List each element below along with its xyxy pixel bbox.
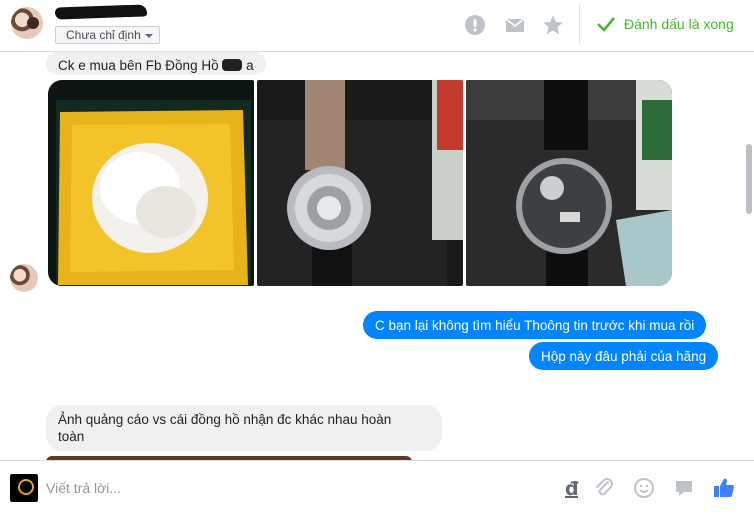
conversation-header: Chưa chỉ định Đánh dấu là xong <box>0 0 754 52</box>
mark-as-done-label: Đánh dấu là xong <box>624 16 734 32</box>
check-icon <box>597 17 615 32</box>
caret-down-icon <box>144 34 153 38</box>
mail-icon[interactable] <box>504 14 526 36</box>
label-dropdown[interactable]: Chưa chỉ định <box>55 26 160 44</box>
contact-avatar-small <box>10 264 38 292</box>
photo-attachment[interactable] <box>466 80 672 286</box>
photo-attachment[interactable] <box>48 80 254 286</box>
reply-input[interactable] <box>46 478 526 498</box>
star-icon[interactable] <box>542 14 564 36</box>
outgoing-message: C bạn lại không tìm hiểu Thoông tin trướ… <box>363 311 707 339</box>
message-list[interactable]: Ck e mua bên Fb Đồng Hồ a C bạn lại khôn… <box>0 52 744 460</box>
paperclip-icon[interactable] <box>592 476 616 500</box>
scrollbar[interactable] <box>744 52 754 460</box>
composer: đ <box>0 460 754 514</box>
outgoing-message: Hộp này đâu phải của hãng <box>529 342 719 370</box>
sticker-icon[interactable] <box>672 476 696 500</box>
message-text-suffix: a <box>246 58 254 73</box>
message-text: Ck e mua bên Fb Đồng Hồ <box>58 58 219 73</box>
incoming-message: Ảnh quảng cáo vs cái đồng hồ nhận đc khá… <box>46 405 442 451</box>
message-text: C bạn lại không tìm hiểu Thoông tin trướ… <box>375 318 695 333</box>
redaction-scribble <box>222 59 243 71</box>
scrollbar-thumb[interactable] <box>746 144 752 214</box>
incoming-message: Ck e mua bên Fb Đồng Hồ a <box>46 52 266 75</box>
watch-front-photo <box>466 80 672 286</box>
photo-attachment[interactable] <box>257 80 463 286</box>
watch-back-photo <box>257 80 463 286</box>
contact-name-redacted <box>54 3 150 21</box>
currency-dong-icon[interactable]: đ <box>560 476 584 500</box>
message-text: Hộp này đâu phải của hãng <box>541 349 707 364</box>
emoji-icon[interactable] <box>632 476 656 500</box>
like-icon[interactable] <box>712 476 736 500</box>
alert-icon[interactable] <box>464 14 486 36</box>
label-dropdown-text: Chưa chỉ định <box>66 28 141 42</box>
mark-as-done-button[interactable]: Đánh dấu là xong <box>596 12 734 36</box>
message-text: Ảnh quảng cáo vs cái đồng hồ nhận đc khá… <box>58 412 392 444</box>
header-divider <box>579 4 580 44</box>
page-logo <box>10 474 38 502</box>
watch-box-photo <box>48 80 254 286</box>
contact-avatar[interactable] <box>11 7 43 39</box>
